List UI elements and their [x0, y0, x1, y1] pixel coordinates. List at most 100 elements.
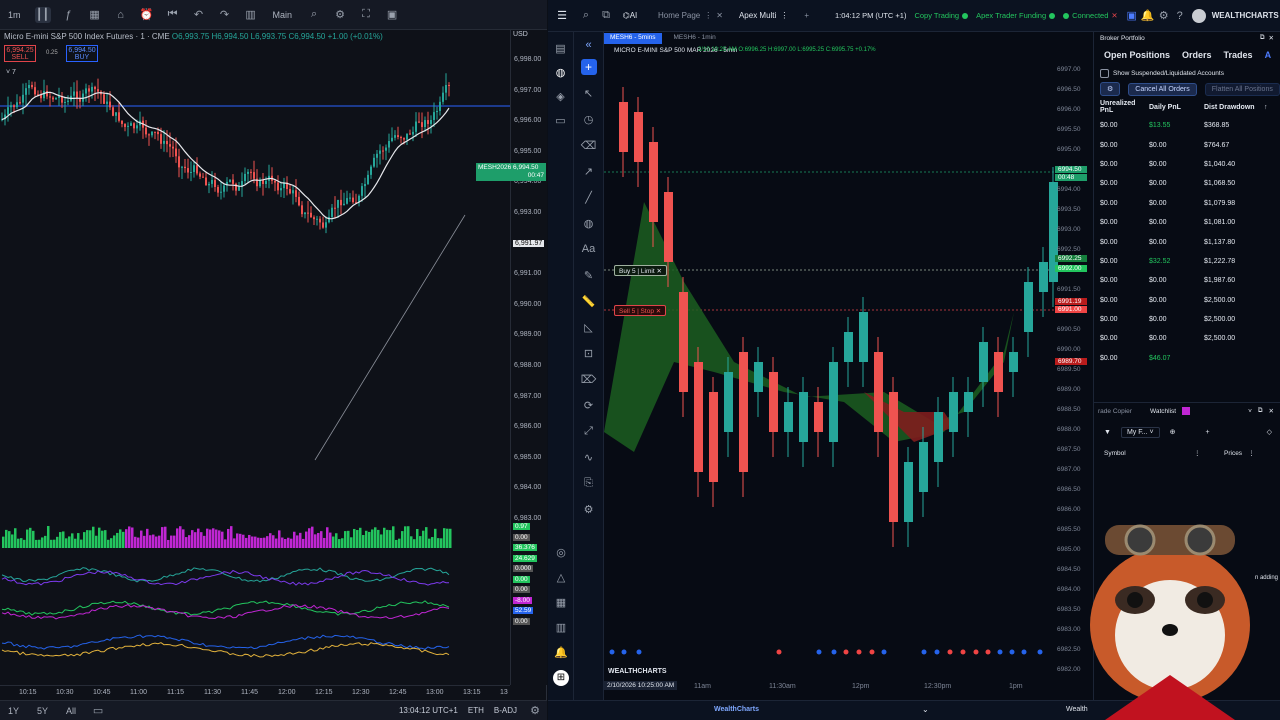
tab-menu-icon[interactable]: ⋮: [704, 11, 712, 20]
chat-icon[interactable]: ▭: [553, 112, 569, 128]
clock-icon[interactable]: ◷: [581, 111, 597, 127]
main-price-chart[interactable]: 11am 11:30am 12pm 12:30pm 1pm: [604, 32, 1104, 694]
templates-icon[interactable]: ⌂: [113, 7, 129, 23]
layout-name-button[interactable]: Main: [269, 8, 297, 22]
buy-limit-order[interactable]: Buy 5 | Limit ✕: [614, 265, 667, 276]
grid-apps-icon[interactable]: ⊞: [553, 670, 569, 686]
collapse-icon[interactable]: «: [581, 37, 597, 53]
line-icon[interactable]: ╱: [581, 189, 597, 205]
filter-icon[interactable]: ▼: [1104, 429, 1111, 436]
range-1y[interactable]: 1Y: [4, 704, 23, 718]
trend-line[interactable]: [314, 214, 466, 461]
col-unrealized[interactable]: Unrealized PnL: [1094, 100, 1149, 114]
col-symbol[interactable]: Symbol: [1104, 450, 1194, 457]
wave-icon[interactable]: ∿: [581, 449, 597, 465]
utc-clock[interactable]: 13:04:12 UTC+1: [399, 706, 458, 715]
close-icon[interactable]: ✕: [656, 268, 661, 275]
indicators-icon[interactable]: ƒ: [61, 7, 77, 23]
table-row[interactable]: $0.00 $0.00 $1,987.60: [1094, 271, 1280, 290]
chevron-down-icon[interactable]: ˅: [1248, 408, 1252, 415]
search-icon[interactable]: ⌕: [306, 7, 322, 23]
tab-accounts[interactable]: A: [1259, 50, 1278, 60]
col-prices[interactable]: Prices: [1224, 450, 1242, 457]
close-icon[interactable]: ✕: [1269, 34, 1274, 42]
currency-label[interactable]: USD: [513, 31, 528, 38]
pencil-icon[interactable]: ✎: [581, 267, 597, 283]
table-row[interactable]: $0.00 $0.00 $2,500.00: [1094, 329, 1280, 348]
fill-icon[interactable]: ◍: [581, 215, 597, 231]
connected-status[interactable]: Connected ✕: [1063, 11, 1118, 20]
add-icon[interactable]: +: [580, 59, 597, 75]
tab-trades[interactable]: Trades: [1218, 50, 1259, 60]
close-icon[interactable]: ✕: [1111, 11, 1117, 20]
close-icon[interactable]: ✕: [716, 11, 723, 20]
calendar-icon[interactable]: ▦: [553, 594, 569, 610]
tab-trade-copier[interactable]: rade Copier: [1098, 408, 1132, 415]
table-row[interactable]: $0.00 $0.00 $764.67: [1094, 135, 1280, 154]
col-menu-icon[interactable]: ⋮: [1248, 449, 1255, 457]
zoom-icon[interactable]: ⤢: [581, 423, 597, 439]
col-daily-pnl[interactable]: Daily PnL: [1149, 104, 1204, 111]
settings-button[interactable]: ⚙: [1100, 82, 1121, 96]
close-icon[interactable]: ✕: [1269, 407, 1274, 415]
date-range-icon[interactable]: ▭: [90, 703, 106, 719]
table-row[interactable]: $0.00 $0.00 $2,500.00: [1094, 291, 1280, 310]
sort-up-icon[interactable]: ↑: [1264, 104, 1268, 111]
ai-icon[interactable]: ⌬AI: [618, 8, 642, 24]
target-icon[interactable]: ◎: [553, 544, 569, 560]
range-all[interactable]: All: [62, 704, 80, 718]
expand-icon[interactable]: ⌄: [922, 705, 929, 714]
cancel-all-orders-button[interactable]: Cancel All Orders: [1128, 82, 1197, 96]
apps-icon[interactable]: ◍: [553, 64, 569, 80]
layout-icon[interactable]: ▦: [87, 7, 103, 23]
interval-button[interactable]: 1m: [4, 8, 25, 22]
table-row[interactable]: $0.00 $0.00 $1,040.40: [1094, 155, 1280, 174]
alert-icon[interactable]: △: [553, 569, 569, 585]
gear-icon[interactable]: ⚙: [1156, 8, 1172, 24]
popout-icon[interactable]: ⧉: [1260, 34, 1265, 42]
col-menu-icon[interactable]: ⋮: [1194, 449, 1224, 457]
redo-icon[interactable]: ↷: [217, 7, 233, 23]
cursor-icon[interactable]: ↖: [581, 85, 597, 101]
bell-icon[interactable]: 🔔: [553, 644, 569, 660]
tab-orders[interactable]: Orders: [1176, 50, 1218, 60]
candles-icon[interactable]: ┃┃: [34, 6, 51, 23]
add-symbol-icon[interactable]: +: [1205, 429, 1209, 436]
table-row[interactable]: $0.00 $0.00 $1,079.98: [1094, 194, 1280, 213]
screenshot-icon[interactable]: ▣: [384, 7, 400, 23]
save-icon[interactable]: ▣: [1124, 8, 1140, 24]
left-price-chart[interactable]: [0, 30, 510, 685]
suspended-checkbox[interactable]: [1100, 68, 1109, 78]
watchlist-select[interactable]: My F... ˅: [1120, 426, 1160, 438]
tag-icon[interactable]: ◇: [1267, 428, 1272, 436]
adjust-toggle[interactable]: B-ADJ: [494, 706, 517, 715]
table-row[interactable]: $0.00 $0.00 $1,137.80: [1094, 232, 1280, 251]
chart-settings-icon[interactable]: ⚙: [527, 703, 543, 719]
text-icon[interactable]: Aa: [581, 241, 597, 257]
add-tab-button[interactable]: +: [796, 0, 817, 32]
sync-icon[interactable]: ⟳: [581, 397, 597, 413]
table-row[interactable]: $0.00 $0.00 $1,068.50: [1094, 174, 1280, 193]
tab-home-page[interactable]: Home Page ⋮ ✕: [650, 0, 731, 32]
avatar[interactable]: [1191, 8, 1206, 23]
undo-icon[interactable]: ↶: [191, 7, 207, 23]
search-icon[interactable]: ⌕: [578, 8, 594, 24]
tab-open-positions[interactable]: Open Positions: [1098, 50, 1176, 60]
close-icon[interactable]: ✕: [656, 308, 661, 315]
menu-icon[interactable]: ☰: [554, 8, 570, 24]
windows-icon[interactable]: ⧉: [598, 8, 614, 24]
trend-icon[interactable]: ↗: [581, 163, 597, 179]
replay-icon[interactable]: ⏮: [165, 7, 181, 23]
table-row[interactable]: $0.00 $0.00 $2,500.00: [1094, 310, 1280, 329]
add-circle-icon[interactable]: ⊕: [1170, 428, 1176, 436]
tab-menu-icon[interactable]: ⋮: [780, 11, 788, 20]
help-icon[interactable]: ?: [1172, 8, 1188, 24]
measure-icon[interactable]: ⊡: [581, 345, 597, 361]
session-toggle[interactable]: ETH: [468, 706, 484, 715]
layers-icon[interactable]: ◈: [553, 88, 569, 104]
flatten-all-button[interactable]: Flatten All Positions: [1204, 82, 1280, 96]
fullscreen-icon[interactable]: ⛶: [358, 7, 374, 23]
triangle-icon[interactable]: ◺: [581, 319, 597, 335]
table-row[interactable]: $0.00 $0.00 $1,081.00: [1094, 213, 1280, 232]
alert-icon[interactable]: ⏰: [139, 7, 155, 23]
